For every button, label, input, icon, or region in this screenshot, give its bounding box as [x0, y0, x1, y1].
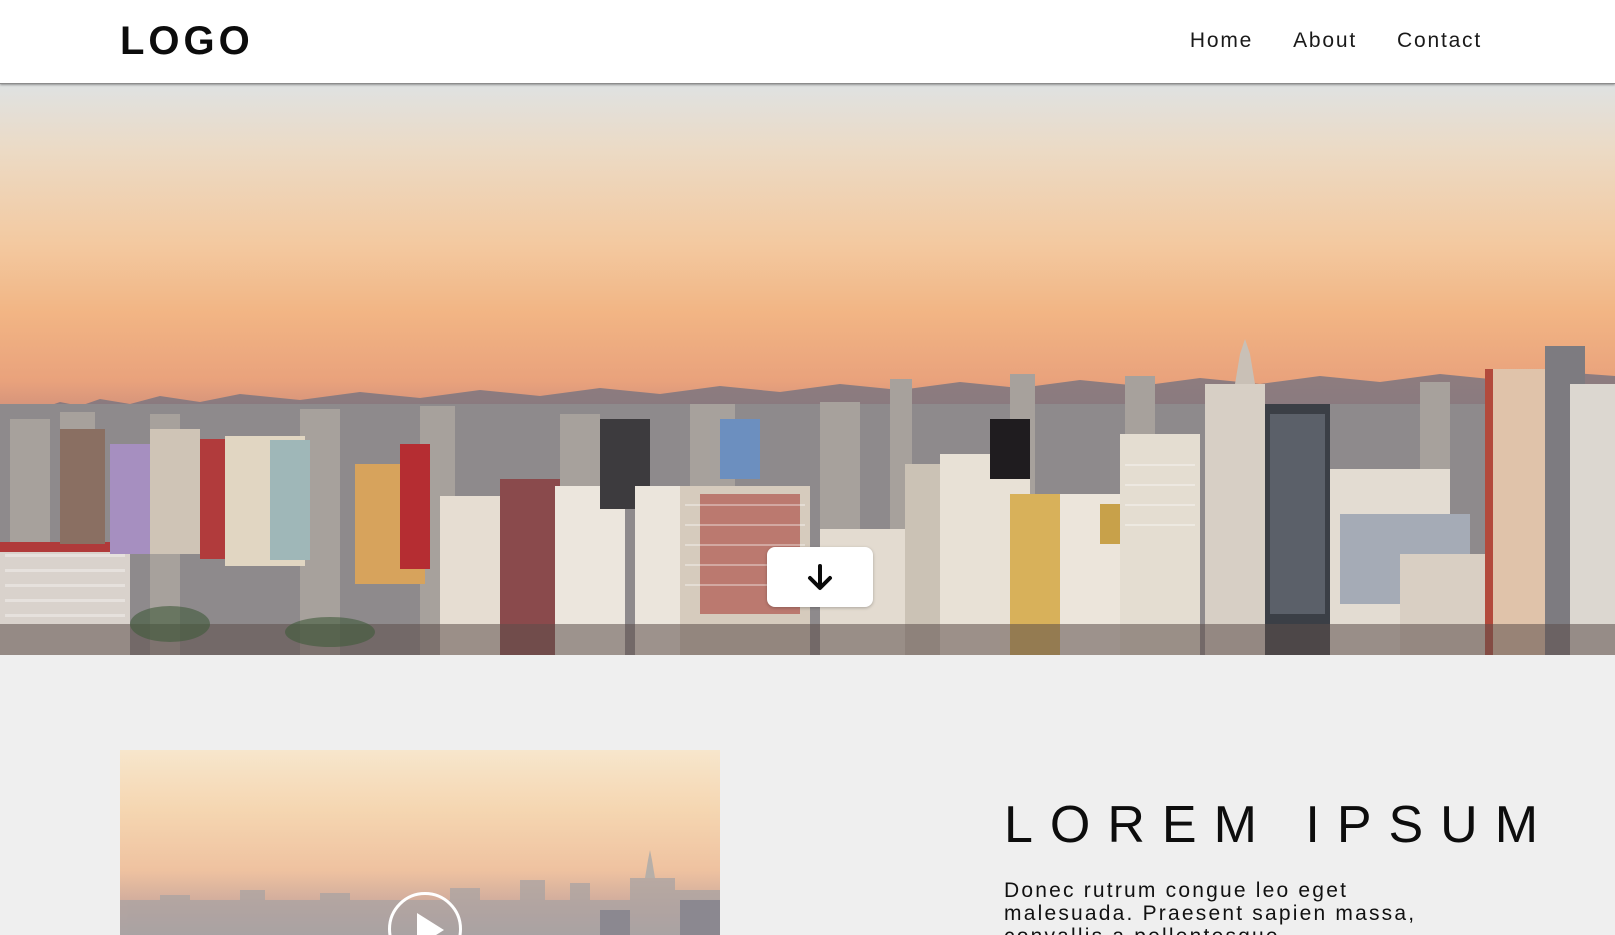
scroll-down-button[interactable] — [767, 547, 873, 607]
site-header: LOGO Home About Contact — [0, 0, 1615, 84]
main-nav: Home About Contact — [1150, 27, 1482, 55]
section-body-text: Donec rutrum congue leo eget malesuada. … — [1004, 879, 1417, 935]
nav-link-contact[interactable]: Contact — [1397, 27, 1482, 55]
play-icon — [417, 913, 444, 935]
section-heading: LOREM IPSUM — [1004, 796, 1556, 854]
page: LOGO Home About Contact LOREM IPSUM Done… — [0, 0, 1615, 935]
logo[interactable]: LOGO — [120, 18, 254, 64]
arrow-down-icon — [808, 564, 832, 590]
nav-link-about[interactable]: About — [1293, 27, 1357, 55]
nav-link-home[interactable]: Home — [1190, 27, 1253, 55]
video-thumbnail[interactable] — [120, 750, 720, 935]
feature-section: LOREM IPSUM Donec rutrum congue leo eget… — [0, 655, 1615, 935]
